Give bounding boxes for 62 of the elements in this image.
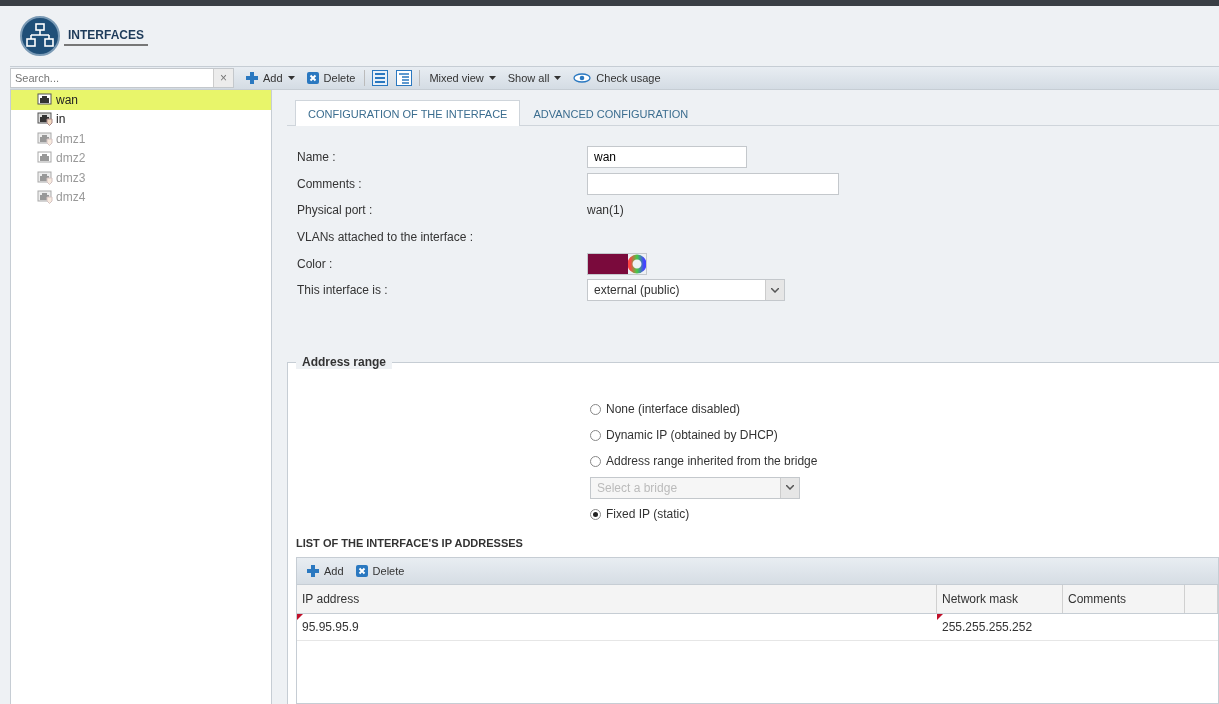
field-label: Name : (297, 150, 337, 165)
network-icon (20, 16, 60, 56)
tab[interactable]: ADVANCED CONFIGURATION (520, 100, 702, 126)
table-cell: 95.95.95.9 (297, 613, 937, 640)
eye-icon (573, 73, 592, 83)
text-field[interactable] (587, 172, 839, 195)
section-title: LIST OF THE INTERFACE'S IP ADDRESSES (295, 535, 524, 551)
table-cell: 255.255.255.252 (937, 613, 1063, 640)
column-header[interactable]: IP address (297, 584, 937, 613)
add-button[interactable]: Add (240, 67, 301, 89)
modified-marker-icon (297, 613, 303, 620)
plus-icon (246, 72, 258, 84)
clear-button[interactable]: × (213, 69, 233, 87)
radio-button[interactable] (590, 403, 601, 415)
shielded-port-icon (37, 170, 53, 185)
search-field[interactable]: Search... × (10, 68, 234, 88)
text-field[interactable]: wan (587, 146, 747, 169)
shielded-port-icon (37, 112, 53, 127)
chevron-down-icon (771, 287, 779, 293)
add-button[interactable]: Add (301, 559, 350, 582)
network-port-icon (37, 92, 53, 107)
network-port-icon (37, 151, 53, 166)
section-title: Address range (296, 354, 393, 369)
sidebar-item[interactable]: in (11, 109, 271, 129)
radio-option[interactable]: Fixed IP (static) (590, 503, 1219, 525)
tab[interactable]: CONFIGURATION OF THE INTERFACE (295, 100, 521, 126)
dropdown-button[interactable]: Mixed view (423, 67, 502, 89)
field-label: Comments : (297, 176, 363, 191)
field-label: Color : (297, 256, 334, 271)
chevron-down-icon (786, 485, 794, 491)
radio-button[interactable] (590, 429, 601, 441)
sidebar-item[interactable]: wan (11, 90, 271, 110)
radio-button[interactable] (590, 455, 601, 467)
shielded-port-icon (37, 131, 53, 146)
column-header[interactable]: Comments (1063, 584, 1185, 613)
caret-icon (287, 76, 295, 80)
field-label: This interface is : (297, 283, 389, 298)
modified-marker-icon (937, 613, 943, 620)
delete-button[interactable]: Delete (300, 67, 362, 89)
color-picker[interactable] (587, 252, 647, 275)
column-header[interactable]: Network mask (937, 584, 1063, 613)
radio-option[interactable]: Address range inherited from the bridge (590, 450, 1219, 472)
caret-icon (554, 76, 562, 80)
shielded-port-icon (37, 190, 53, 205)
tree-list-icon (396, 70, 413, 86)
delete-icon (306, 72, 319, 84)
check-usage-button[interactable]: Check usage (567, 67, 667, 89)
list-icon (372, 70, 389, 86)
delete-button[interactable]: Delete (349, 559, 411, 582)
dropdown-field[interactable]: external (public) (587, 279, 785, 302)
field-label: VLANs attached to the interface : (297, 230, 475, 245)
color-wheel-icon (628, 253, 646, 274)
plus-icon (307, 564, 319, 577)
radio-button[interactable] (590, 508, 601, 520)
caret-icon (488, 76, 496, 80)
field-label: Physical port : (297, 203, 374, 218)
delete-icon (355, 564, 368, 577)
radio-option[interactable]: Dynamic IP (obtained by DHCP) (590, 424, 1219, 446)
page-title: INTERFACES (64, 26, 148, 46)
radio-option[interactable]: None (interface disabled) (590, 398, 1219, 420)
dropdown-button[interactable]: Show all (501, 67, 568, 89)
field-value: wan(1) (587, 203, 625, 218)
